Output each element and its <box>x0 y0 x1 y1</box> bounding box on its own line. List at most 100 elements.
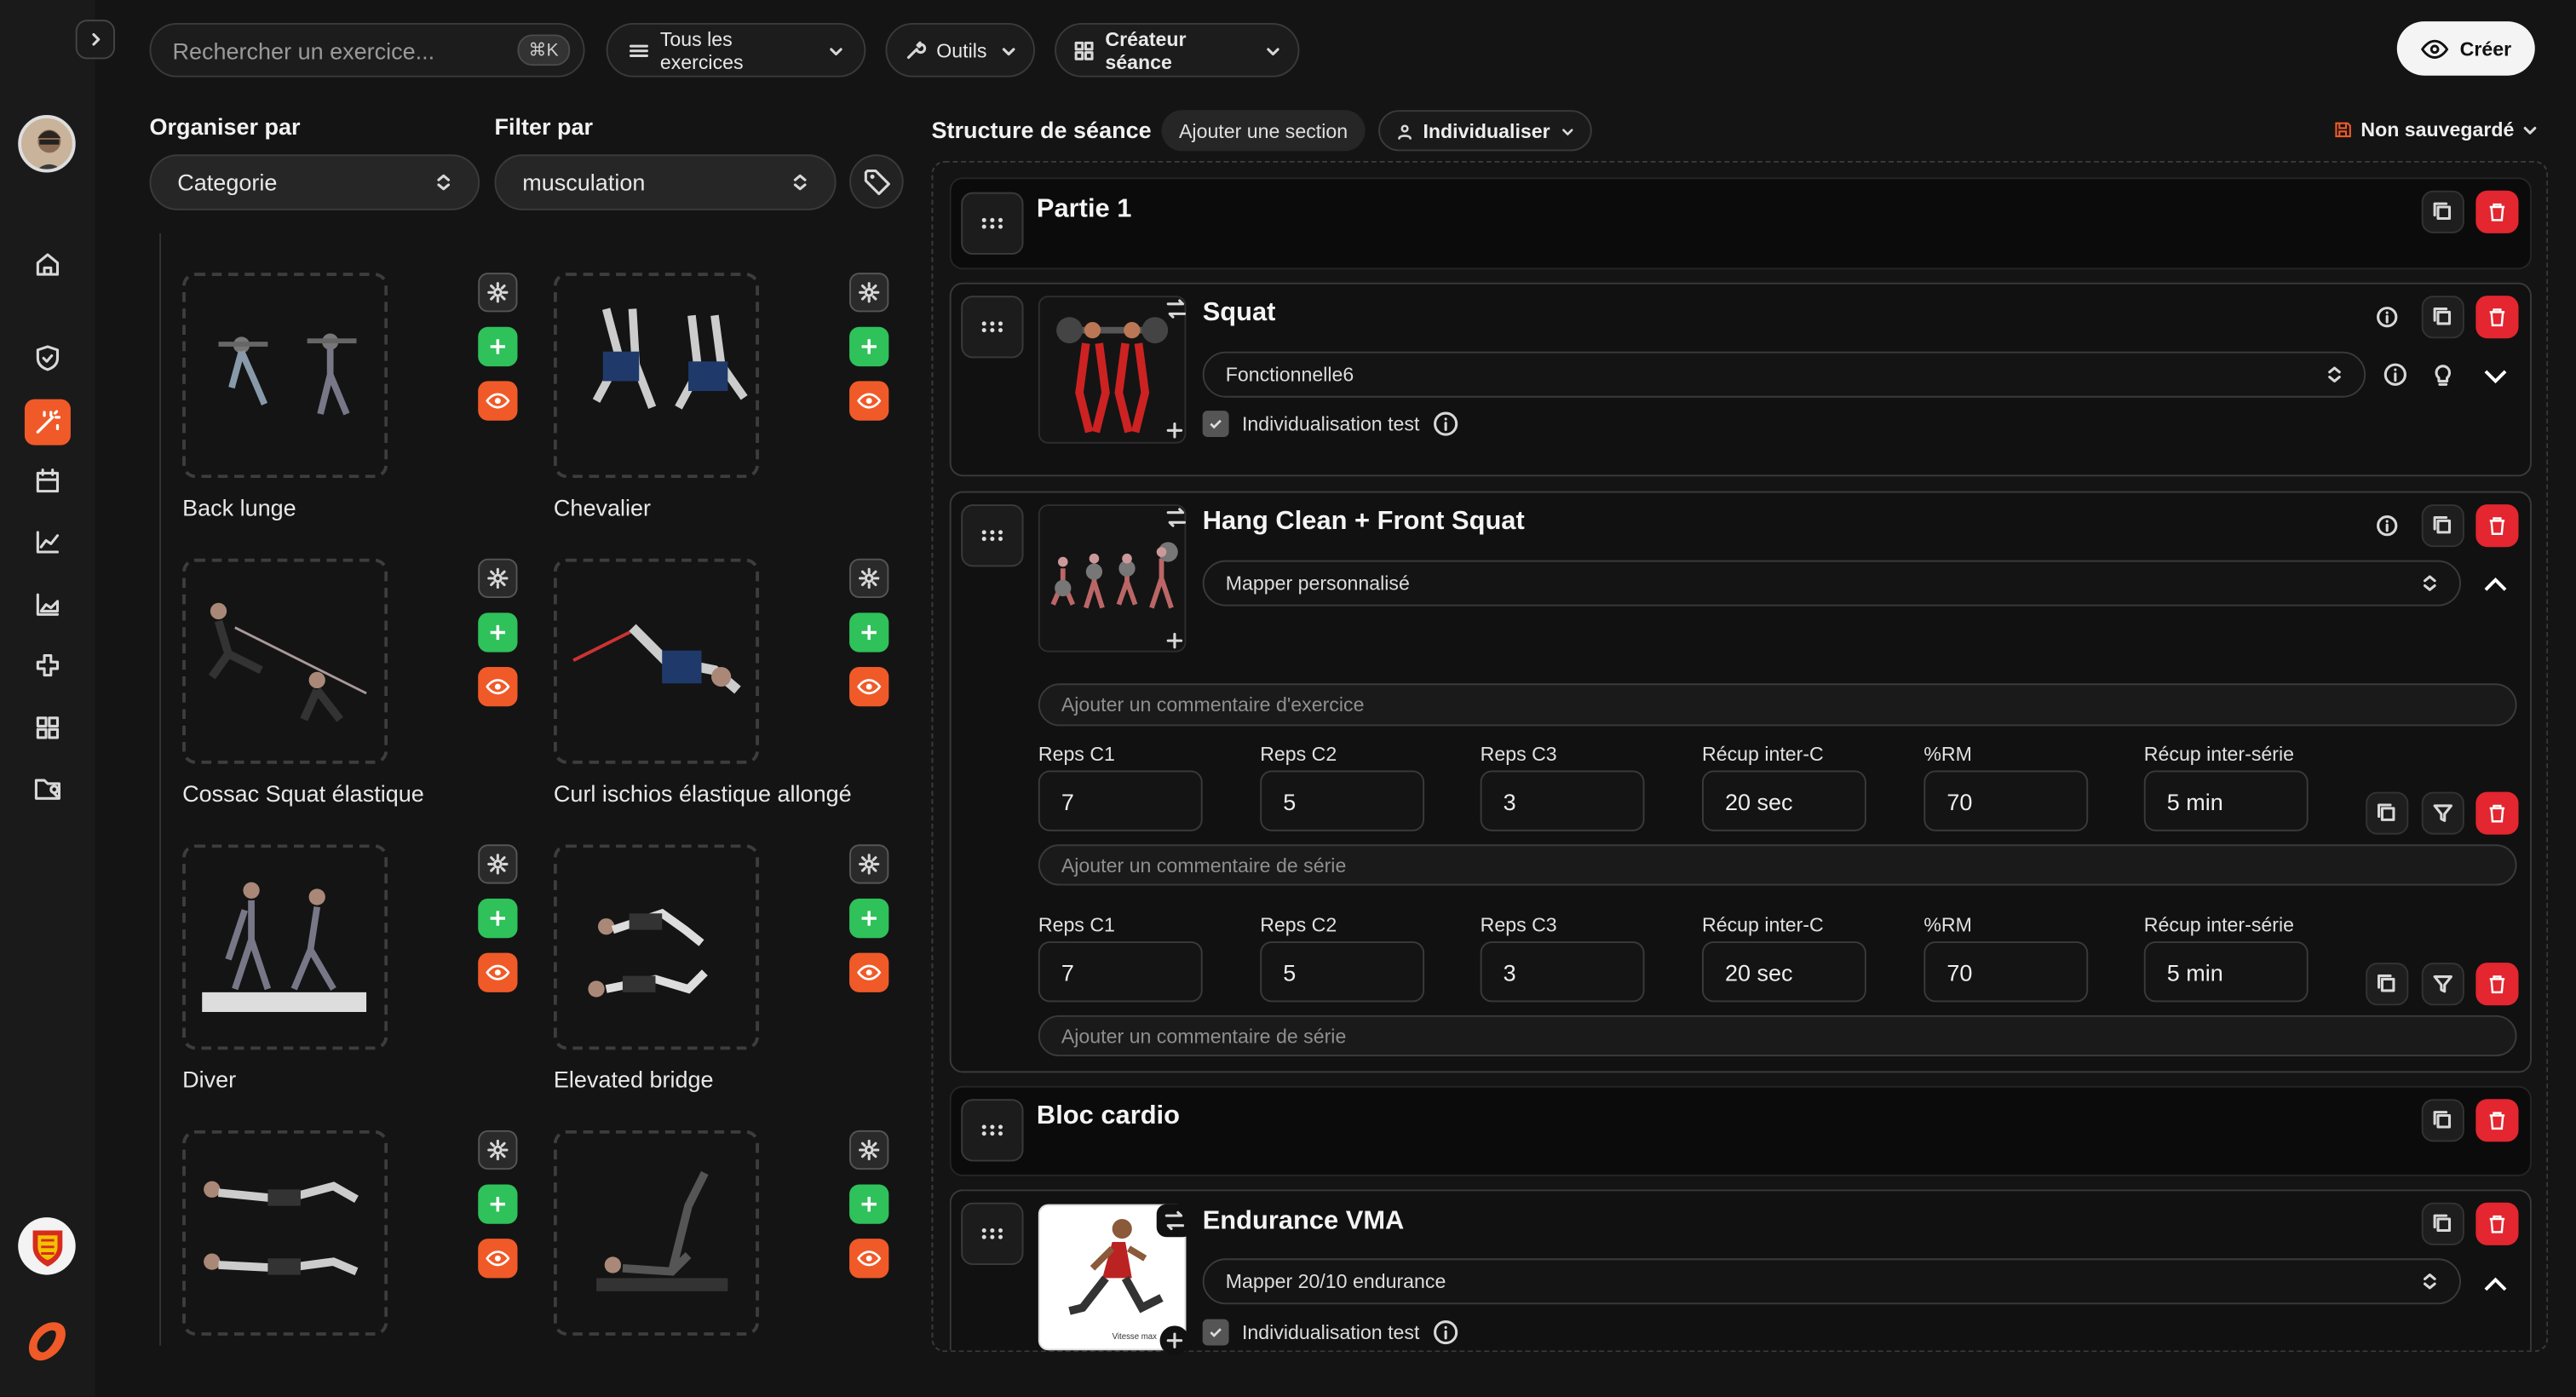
settings-button[interactable] <box>478 844 518 884</box>
lightbulb-icon[interactable] <box>2429 361 2456 388</box>
chevron-down-icon[interactable] <box>2481 361 2510 391</box>
sidebar-toggle-button[interactable] <box>75 20 115 60</box>
series-field-input[interactable]: 5 <box>1260 770 1425 831</box>
swap-icon[interactable] <box>1156 1204 1193 1238</box>
settings-button[interactable] <box>849 558 889 598</box>
individualization-checkbox[interactable]: Individualisation test <box>1202 411 1459 437</box>
calendar-icon[interactable] <box>28 462 67 501</box>
club-logo[interactable] <box>18 1217 76 1275</box>
folder-search-icon[interactable] <box>28 769 67 808</box>
add-to-session-button[interactable] <box>478 1184 518 1224</box>
filter-series-button[interactable] <box>2421 791 2464 835</box>
exercise-card-image[interactable] <box>553 1130 759 1336</box>
settings-button[interactable] <box>849 273 889 313</box>
drag-handle[interactable] <box>961 1202 1024 1265</box>
duplicate-button[interactable] <box>2421 504 2464 548</box>
mapper-select[interactable]: Mapper 20/10 endurance <box>1202 1258 2461 1305</box>
delete-button[interactable] <box>2475 504 2519 548</box>
area-chart-icon[interactable] <box>28 585 67 624</box>
duplicate-series-button[interactable] <box>2366 791 2409 835</box>
settings-button[interactable] <box>849 844 889 884</box>
info-icon[interactable] <box>1433 1319 1459 1346</box>
exercise-card-image[interactable] <box>553 273 759 479</box>
add-to-session-button[interactable] <box>849 326 889 367</box>
magic-wand-icon[interactable] <box>24 399 71 446</box>
home-icon[interactable] <box>28 244 67 284</box>
series-field-input[interactable]: 3 <box>1480 770 1645 831</box>
add-to-session-button[interactable] <box>849 612 889 653</box>
save-status-dropdown[interactable]: Non sauvegardé <box>2333 118 2539 141</box>
series-field-input[interactable]: 5 min <box>2143 770 2309 831</box>
checkbox[interactable] <box>1202 1319 1229 1346</box>
add-icon[interactable] <box>1164 421 1184 440</box>
exercise-card-image[interactable] <box>182 1130 388 1336</box>
duplicate-button[interactable] <box>2421 1202 2464 1245</box>
duplicate-series-button[interactable] <box>2366 963 2409 1006</box>
delete-series-button[interactable] <box>2475 963 2519 1006</box>
search-input[interactable]: Rechercher un exercice... ⌘K <box>149 22 585 78</box>
settings-button[interactable] <box>478 1130 518 1170</box>
mapper-select[interactable]: Fonctionnelle6 <box>1202 351 2366 398</box>
preview-button[interactable] <box>849 1239 889 1279</box>
series-field-input[interactable]: 20 sec <box>1701 770 1866 831</box>
individualize-dropdown[interactable]: Individualiser <box>1378 110 1592 152</box>
duplicate-button[interactable] <box>2421 1099 2464 1142</box>
info-icon[interactable] <box>1433 411 1459 437</box>
series-field-input[interactable]: 3 <box>1480 941 1645 1003</box>
individualization-checkbox[interactable]: Individualisation test <box>1202 1319 1459 1346</box>
exercise-card-image[interactable] <box>182 844 388 1050</box>
add-icon[interactable] <box>1164 631 1184 651</box>
shield-icon[interactable] <box>28 338 67 377</box>
delete-button[interactable] <box>2475 1202 2519 1245</box>
series-field-input[interactable]: 70 <box>1923 770 2089 831</box>
settings-button[interactable] <box>478 558 518 598</box>
checkbox[interactable] <box>1202 411 1229 437</box>
drag-handle[interactable] <box>961 1099 1024 1162</box>
preview-button[interactable] <box>478 1239 518 1279</box>
series-field-input[interactable]: 7 <box>1038 770 1203 831</box>
delete-button[interactable] <box>2475 296 2519 339</box>
add-to-session-button[interactable] <box>478 326 518 367</box>
drag-handle[interactable] <box>961 192 1024 255</box>
preview-button[interactable] <box>849 381 889 421</box>
duplicate-button[interactable] <box>2421 190 2464 233</box>
chevron-up-icon[interactable] <box>2481 570 2510 600</box>
organize-select[interactable]: Categorie <box>149 154 480 210</box>
add-icon[interactable] <box>1159 1325 1190 1356</box>
add-to-session-button[interactable] <box>478 612 518 653</box>
info-icon[interactable] <box>2382 361 2408 388</box>
preview-button[interactable] <box>849 952 889 992</box>
series-comment-input[interactable]: Ajouter un commentaire de série <box>1038 844 2517 886</box>
delete-button[interactable] <box>2475 1099 2519 1142</box>
exercise-card-image[interactable] <box>182 273 388 479</box>
info-button[interactable] <box>2366 504 2408 547</box>
series-field-input[interactable]: 7 <box>1038 941 1203 1003</box>
filter-all-dropdown[interactable]: Tous les exercices <box>606 22 866 78</box>
exercise-card-image[interactable] <box>553 844 759 1050</box>
filter-series-button[interactable] <box>2421 963 2464 1006</box>
info-button[interactable] <box>2366 296 2408 338</box>
mapper-select[interactable]: Mapper personnalisé <box>1202 560 2461 607</box>
series-field-input[interactable]: 70 <box>1923 941 2089 1003</box>
chevron-up-icon[interactable] <box>2481 1270 2510 1300</box>
add-section-button[interactable]: Ajouter une section <box>1161 110 1366 152</box>
drag-handle[interactable] <box>961 296 1024 359</box>
series-comment-input[interactable]: Ajouter un commentaire de série <box>1038 1015 2517 1057</box>
exercise-card-image[interactable] <box>182 558 388 764</box>
avatar[interactable] <box>18 114 76 173</box>
preview-button[interactable] <box>849 666 889 707</box>
series-field-input[interactable]: 5 min <box>2143 941 2309 1003</box>
swap-icon[interactable] <box>1164 297 1187 320</box>
add-to-session-button[interactable] <box>849 1184 889 1224</box>
tools-dropdown[interactable]: Outils <box>885 22 1035 78</box>
medical-cross-icon[interactable] <box>28 646 67 685</box>
series-field-input[interactable]: 20 sec <box>1701 941 1866 1003</box>
exercise-card-image[interactable] <box>553 558 759 764</box>
delete-button[interactable] <box>2475 190 2519 233</box>
exercise-comment-input[interactable]: Ajouter un commentaire d'exercice <box>1038 683 2517 727</box>
settings-button[interactable] <box>478 273 518 313</box>
grid-icon[interactable] <box>28 708 67 747</box>
session-creator-dropdown[interactable]: Créateur séance <box>1055 22 1300 78</box>
delete-series-button[interactable] <box>2475 791 2519 835</box>
filter-select[interactable]: musculation <box>494 154 837 210</box>
